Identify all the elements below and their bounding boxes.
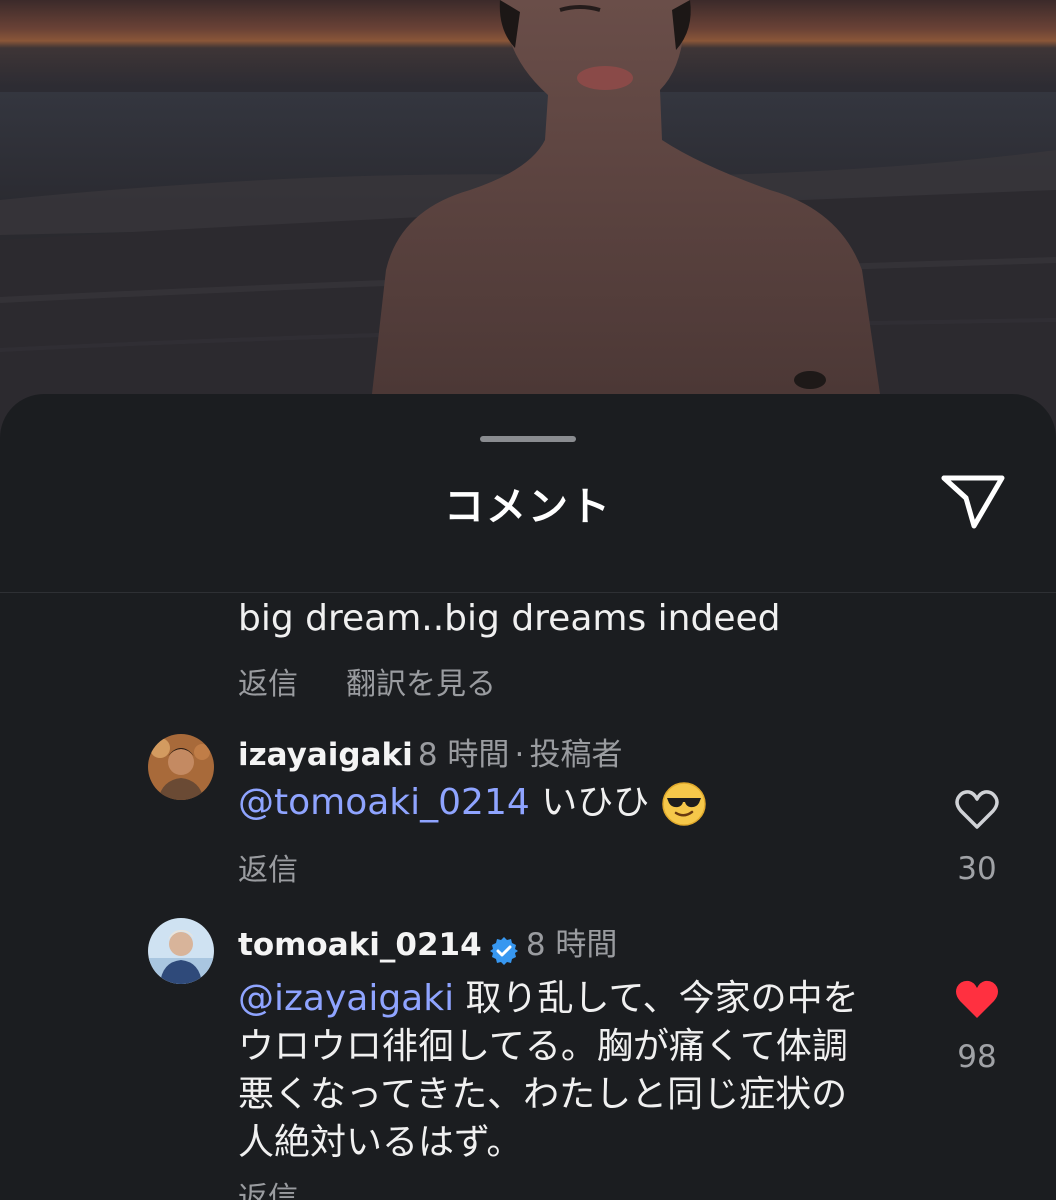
reply-button[interactable]: 返信: [238, 659, 298, 703]
comment-time: 8 時間: [525, 927, 618, 963]
heart-outline-icon: [955, 790, 999, 829]
sheet-title: コメント: [444, 484, 612, 530]
comment-text: いひひ: [529, 782, 650, 823]
see-translation-button[interactable]: 翻訳を見る: [346, 659, 496, 703]
meta-separator: ·: [514, 737, 525, 773]
comments-sheet: コメント big dream..big dreams indeed 返信 翻訳を…: [0, 394, 1056, 1200]
avatar[interactable]: [148, 918, 214, 984]
avatar-image: [148, 734, 214, 800]
heart-filled-icon: [956, 980, 998, 1018]
share-button[interactable]: [936, 466, 1010, 532]
sheet-drag-handle[interactable]: [480, 436, 576, 442]
sunglasses-emoji-shape: [661, 782, 706, 826]
comment-username[interactable]: izayaigaki: [238, 737, 413, 773]
like-count: 30: [957, 851, 997, 887]
reply-button[interactable]: 返信: [238, 1173, 298, 1200]
avatar-image: [148, 918, 214, 984]
like-count: 98: [957, 1039, 997, 1075]
comment-body: @tomoaki_0214 いひひ: [238, 779, 707, 827]
paper-plane-icon: [941, 475, 1005, 529]
mention-link[interactable]: @tomoaki_0214: [238, 782, 530, 823]
sunglasses-emoji-icon: [661, 781, 707, 827]
comments-list: big dream..big dreams indeed 返信 翻訳を見る iz…: [0, 593, 1056, 1200]
reply-button[interactable]: 返信: [238, 845, 298, 889]
comment-body: @izayaigaki 取り乱して、今家の中をウロウロ徘徊してる。胸が痛くて体調…: [238, 975, 878, 1167]
like-button[interactable]: [954, 979, 1000, 1021]
like-button[interactable]: [954, 789, 1000, 831]
avatar[interactable]: [148, 734, 214, 800]
comment-time: 8 時間: [417, 737, 510, 773]
verified-badge-icon: [489, 936, 519, 966]
verified-badge-shape: [489, 936, 518, 965]
author-tag: 投稿者: [529, 737, 623, 773]
comment-header: izayaigaki 8 時間 · 投稿者: [238, 729, 622, 774]
comment-username[interactable]: tomoaki_0214: [238, 927, 482, 963]
comment-header: tomoaki_0214 8 時間: [238, 919, 617, 966]
mention-link[interactable]: @izayaigaki: [238, 978, 454, 1019]
comment-text: big dream..big dreams indeed: [238, 598, 781, 639]
